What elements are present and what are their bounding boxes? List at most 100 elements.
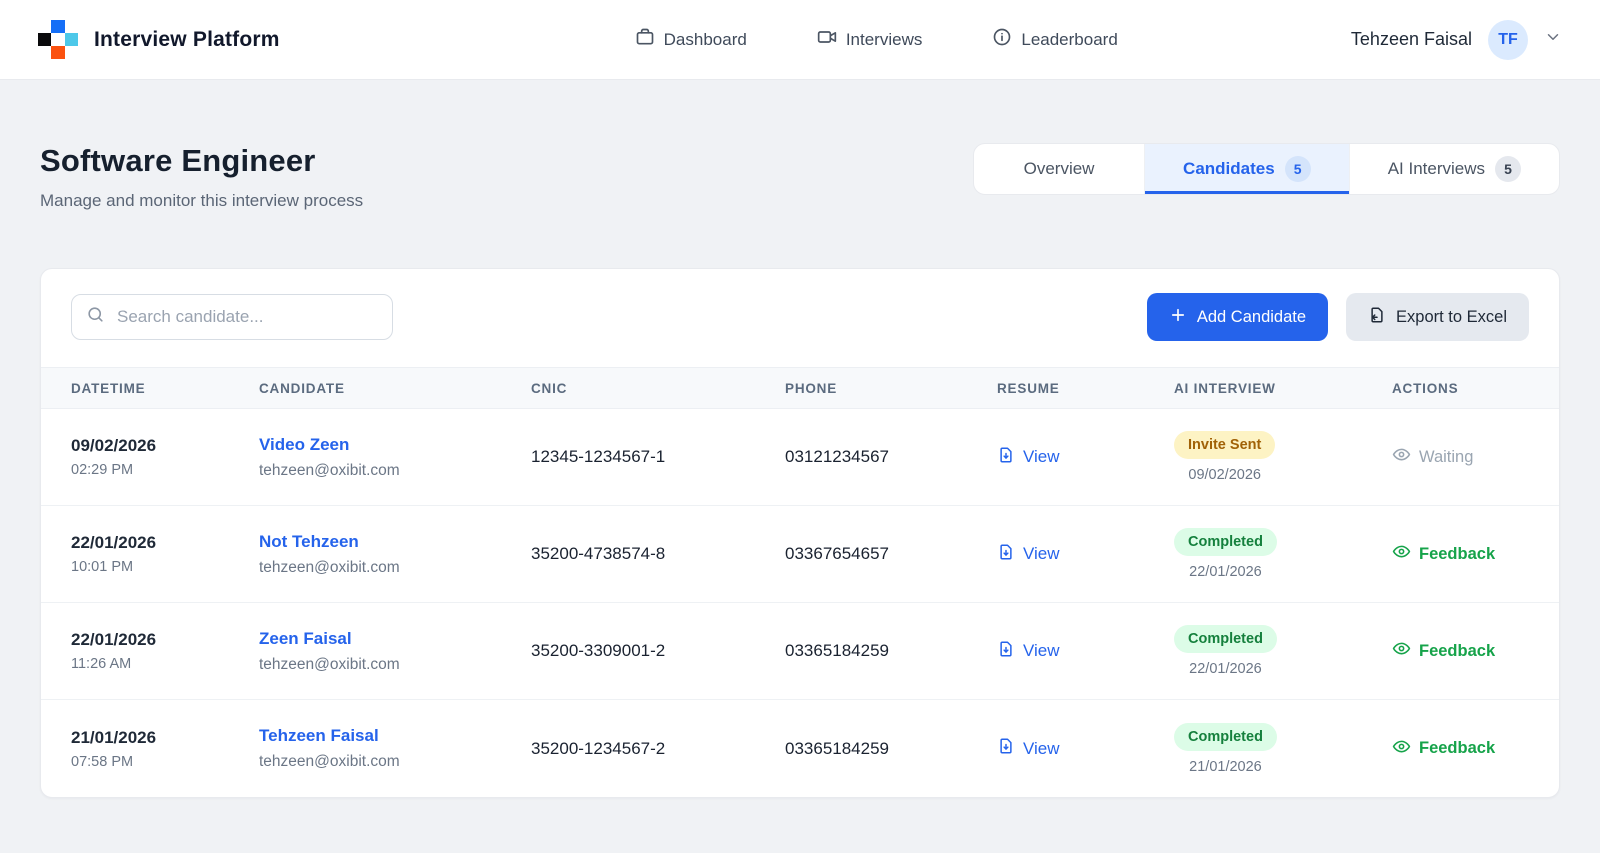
candidate-name-link[interactable]: Not Tehzeen <box>259 532 531 552</box>
table-row: 22/01/2026 10:01 PM Not Tehzeen tehzeen@… <box>41 506 1559 603</box>
user-menu[interactable]: Tehzeen Faisal TF <box>1351 20 1562 60</box>
resume-view-link[interactable]: View <box>997 543 1060 566</box>
row-date: 21/01/2026 <box>71 728 259 748</box>
resume-cell: View <box>997 543 1174 566</box>
video-icon <box>817 27 837 52</box>
col-header-cnic: CNIC <box>531 381 785 396</box>
candidate-cell: Tehzeen Faisal tehzeen@oxibit.com <box>259 726 531 771</box>
row-date: 09/02/2026 <box>71 436 259 456</box>
resume-view-label: View <box>1023 739 1060 759</box>
col-header-ai-interview: AI INTERVIEW <box>1174 381 1392 396</box>
candidate-name-link[interactable]: Zeen Faisal <box>259 629 531 649</box>
status-badge: Completed <box>1174 723 1277 751</box>
col-header-actions: ACTIONS <box>1392 381 1529 396</box>
main-nav: Dashboard Interviews Leaderboard <box>635 27 1118 52</box>
nav-item-dashboard[interactable]: Dashboard <box>635 27 747 52</box>
search-input[interactable] <box>117 307 378 327</box>
action-label: Feedback <box>1419 545 1495 564</box>
action-label: Feedback <box>1419 739 1495 758</box>
status-badge: Invite Sent <box>1174 431 1275 459</box>
candidate-email: tehzeen@oxibit.com <box>259 753 531 771</box>
datetime-cell: 22/01/2026 10:01 PM <box>71 533 259 575</box>
add-candidate-label: Add Candidate <box>1197 308 1306 327</box>
actions-cell: Feedback <box>1392 639 1529 663</box>
app-logo-icon <box>38 20 78 60</box>
row-time: 02:29 PM <box>71 462 259 478</box>
phone-value: 03365184259 <box>785 641 997 661</box>
candidate-cell: Zeen Faisal tehzeen@oxibit.com <box>259 629 531 674</box>
row-time: 11:26 AM <box>71 656 259 672</box>
page-subtitle: Manage and monitor this interview proces… <box>40 191 363 211</box>
action-feedback[interactable]: Feedback <box>1392 542 1495 566</box>
nav-item-interviews[interactable]: Interviews <box>817 27 923 52</box>
candidate-email: tehzeen@oxibit.com <box>259 559 531 577</box>
eye-icon <box>1392 639 1411 663</box>
action-feedback[interactable]: Feedback <box>1392 639 1495 663</box>
resume-view-link[interactable]: View <box>997 640 1060 663</box>
export-excel-label: Export to Excel <box>1396 308 1507 327</box>
tab-overview[interactable]: Overview <box>974 144 1144 194</box>
row-time: 10:01 PM <box>71 559 259 575</box>
resume-view-label: View <box>1023 544 1060 564</box>
status-badge: Completed <box>1174 528 1277 556</box>
nav-item-leaderboard[interactable]: Leaderboard <box>992 27 1117 52</box>
action-feedback[interactable]: Feedback <box>1392 737 1495 761</box>
resume-cell: View <box>997 640 1174 663</box>
datetime-cell: 21/01/2026 07:58 PM <box>71 728 259 770</box>
ai-interview-cell: Invite Sent 09/02/2026 <box>1174 431 1392 483</box>
chevron-down-icon[interactable] <box>1544 28 1562 51</box>
candidate-cell: Not Tehzeen tehzeen@oxibit.com <box>259 532 531 577</box>
col-header-resume: RESUME <box>997 381 1174 396</box>
candidates-card: Add Candidate Export to Excel DATETIME C… <box>40 268 1560 798</box>
avatar[interactable]: TF <box>1488 20 1528 60</box>
cnic-value: 12345-1234567-1 <box>531 447 785 467</box>
datetime-cell: 09/02/2026 02:29 PM <box>71 436 259 478</box>
phone-value: 03367654657 <box>785 544 997 564</box>
resume-view-link[interactable]: View <box>997 737 1060 760</box>
info-circle-icon <box>992 27 1012 52</box>
candidate-name-link[interactable]: Video Zeen <box>259 435 531 455</box>
file-download-icon <box>997 446 1015 469</box>
resume-view-label: View <box>1023 641 1060 661</box>
datetime-cell: 22/01/2026 11:26 AM <box>71 630 259 672</box>
tab-label: AI Interviews <box>1388 159 1485 179</box>
eye-icon <box>1392 445 1411 469</box>
tab-candidates[interactable]: Candidates 5 <box>1144 144 1349 194</box>
action-waiting: Waiting <box>1392 445 1473 469</box>
candidate-cell: Video Zeen tehzeen@oxibit.com <box>259 435 531 480</box>
resume-cell: View <box>997 737 1174 760</box>
phone-value: 03121234567 <box>785 447 997 467</box>
tab-count-badge: 5 <box>1495 156 1521 182</box>
status-date: 22/01/2026 <box>1189 661 1262 677</box>
tab-count-badge: 5 <box>1285 156 1311 182</box>
table-row: 09/02/2026 02:29 PM Video Zeen tehzeen@o… <box>41 409 1559 506</box>
nav-label: Interviews <box>846 30 923 50</box>
export-excel-button[interactable]: Export to Excel <box>1346 293 1529 341</box>
page-header: Software Engineer Manage and monitor thi… <box>0 80 1600 211</box>
resume-view-label: View <box>1023 447 1060 467</box>
row-date: 22/01/2026 <box>71 533 259 553</box>
phone-value: 03365184259 <box>785 739 997 759</box>
col-header-datetime: DATETIME <box>71 381 259 396</box>
actions-cell: Feedback <box>1392 737 1529 761</box>
file-download-icon <box>997 737 1015 760</box>
table-row: 22/01/2026 11:26 AM Zeen Faisal tehzeen@… <box>41 603 1559 700</box>
resume-view-link[interactable]: View <box>997 446 1060 469</box>
action-label: Feedback <box>1419 642 1495 661</box>
candidate-name-link[interactable]: Tehzeen Faisal <box>259 726 531 746</box>
add-candidate-button[interactable]: Add Candidate <box>1147 293 1328 341</box>
card-toolbar: Add Candidate Export to Excel <box>41 269 1559 367</box>
toolbar-actions: Add Candidate Export to Excel <box>1147 293 1529 341</box>
page-title-block: Software Engineer Manage and monitor thi… <box>40 143 363 211</box>
tab-ai-interviews[interactable]: AI Interviews 5 <box>1349 144 1559 194</box>
tab-label: Candidates <box>1183 159 1275 179</box>
export-file-icon <box>1368 306 1386 329</box>
page-title: Software Engineer <box>40 143 363 179</box>
user-name: Tehzeen Faisal <box>1351 29 1472 50</box>
actions-cell: Feedback <box>1392 542 1529 566</box>
briefcase-icon <box>635 27 655 52</box>
top-navigation-bar: Interview Platform Dashboard Interviews … <box>0 0 1600 80</box>
eye-icon <box>1392 737 1411 761</box>
status-date: 22/01/2026 <box>1189 564 1262 580</box>
cnic-value: 35200-1234567-2 <box>531 739 785 759</box>
